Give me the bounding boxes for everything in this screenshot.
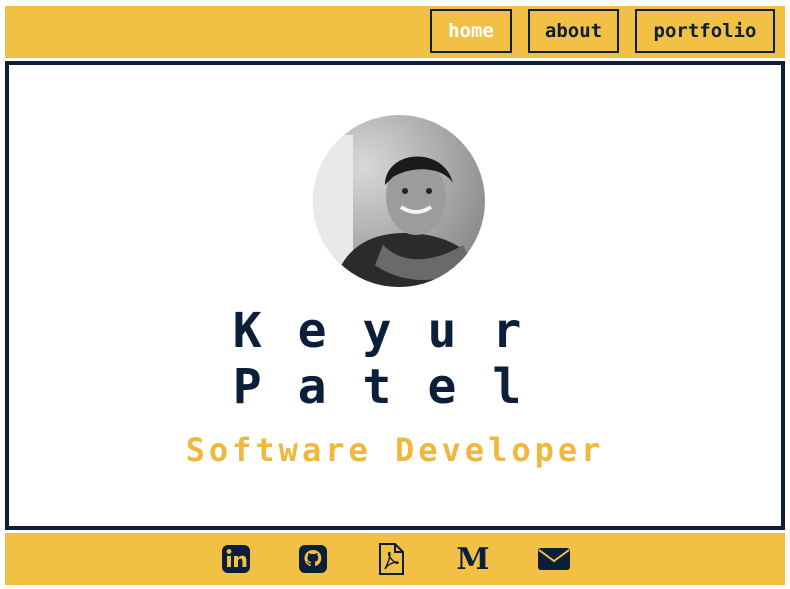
top-nav-bar: home about portfolio	[5, 6, 785, 58]
medium-icon[interactable]: M	[453, 543, 493, 575]
github-icon[interactable]	[297, 543, 329, 575]
job-title: Software Developer	[185, 431, 605, 469]
last-name-heading: Patel	[232, 359, 558, 415]
pdf-resume-icon[interactable]	[375, 543, 407, 575]
profile-photo	[313, 115, 485, 287]
first-name-heading: Keyur	[232, 303, 558, 359]
nav-portfolio-button[interactable]: portfolio	[635, 9, 775, 53]
social-footer: M	[5, 533, 785, 585]
svg-text:M: M	[456, 544, 489, 574]
nav-about-button[interactable]: about	[528, 9, 619, 53]
profile-card: Keyur Patel Software Developer	[5, 61, 785, 530]
nav-home-button[interactable]: home	[430, 9, 512, 53]
linkedin-icon[interactable]	[220, 543, 252, 575]
email-icon[interactable]	[536, 543, 572, 575]
profile-photo-image	[313, 115, 485, 287]
